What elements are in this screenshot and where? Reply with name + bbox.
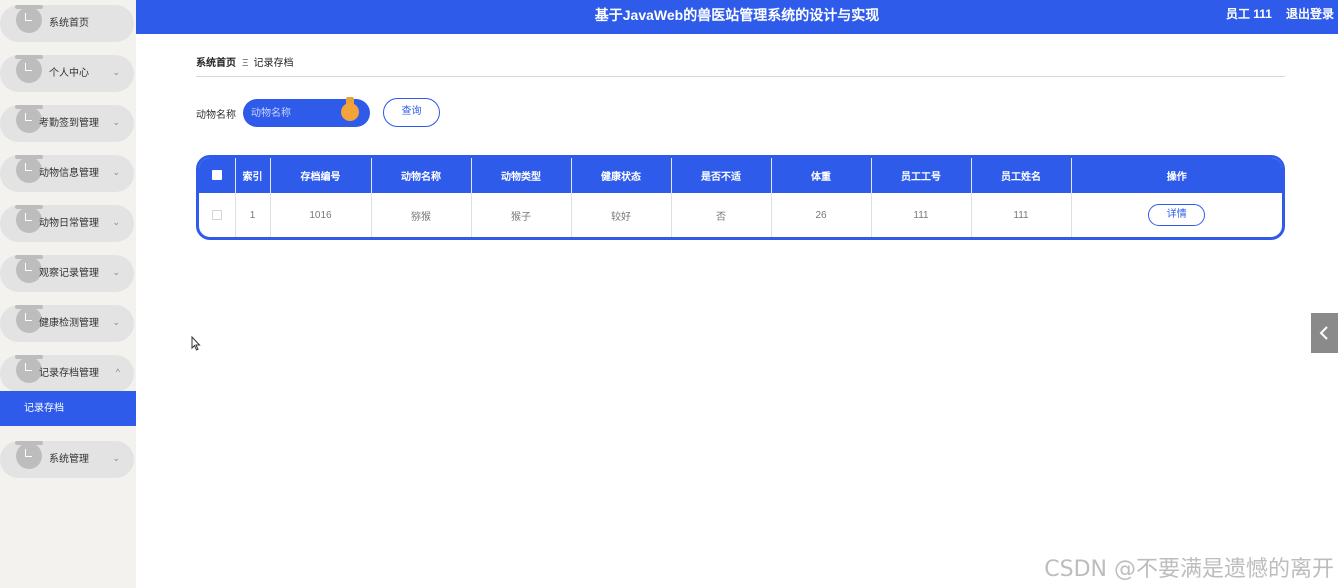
sidebar-item-label: 系统管理 bbox=[49, 454, 89, 465]
chevron-down-icon: ⌄ bbox=[112, 317, 120, 327]
cell-animal-type: 猴子 bbox=[471, 193, 572, 237]
sidebar-item-system[interactable]: 系统管理 ⌄ bbox=[0, 441, 134, 478]
row-checkbox[interactable] bbox=[211, 209, 222, 220]
pin-icon bbox=[341, 97, 359, 123]
menu-icon bbox=[15, 5, 43, 33]
query-button[interactable]: 查询 bbox=[383, 98, 440, 127]
sidebar-item-label: 动物信息管理 bbox=[39, 168, 99, 179]
sidebar-item-personal-center[interactable]: 个人中心 ⌄ bbox=[0, 55, 134, 92]
cell-archive-no: 1016 bbox=[270, 193, 372, 237]
sidebar: 系统首页 个人中心 ⌄ 考勤签到管理 ⌄ 动物信息管理 ⌄ 动物日常管理 ⌄ 观… bbox=[0, 0, 136, 588]
column-header: 健康状态 bbox=[571, 158, 672, 193]
chevron-down-icon: ⌄ bbox=[112, 217, 120, 227]
archive-table: 索引 存档编号 动物名称 动物类型 健康状态 是否不适 体重 员工工号 员工姓名… bbox=[196, 155, 1285, 240]
side-panel-toggle[interactable] bbox=[1311, 313, 1338, 353]
chevron-down-icon: ⌄ bbox=[112, 117, 120, 127]
column-header: 体重 bbox=[771, 158, 872, 193]
mouse-cursor-icon bbox=[191, 335, 201, 356]
sidebar-item-home[interactable]: 系统首页 bbox=[0, 5, 134, 42]
detail-button[interactable]: 详情 bbox=[1148, 204, 1206, 226]
column-header: 动物名称 bbox=[371, 158, 472, 193]
cell-action: 详情 bbox=[1071, 193, 1282, 237]
app-title: 基于JavaWeb的兽医站管理系统的设计与实现 bbox=[594, 7, 880, 23]
sidebar-item-label: 系统首页 bbox=[49, 18, 89, 29]
sidebar-item-animal-daily[interactable]: 动物日常管理 ⌄ bbox=[0, 205, 134, 242]
sidebar-item-label: 观察记录管理 bbox=[39, 268, 99, 279]
cell-health: 较好 bbox=[571, 193, 672, 237]
chevron-left-icon bbox=[1319, 326, 1328, 340]
column-header: 存档编号 bbox=[270, 158, 372, 193]
column-header: 员工姓名 bbox=[971, 158, 1072, 193]
column-header: 动物类型 bbox=[471, 158, 572, 193]
sidebar-item-animal-info[interactable]: 动物信息管理 ⌄ bbox=[0, 155, 134, 192]
chevron-up-icon: ^ bbox=[115, 367, 120, 377]
sidebar-item-record-archive[interactable]: 记录存档管理 ^ bbox=[0, 355, 134, 392]
cell-unwell: 否 bbox=[671, 193, 772, 237]
chevron-down-icon: ⌄ bbox=[112, 267, 120, 277]
menu-icon bbox=[15, 55, 43, 83]
logout-link[interactable]: 退出登录 bbox=[1286, 0, 1334, 28]
watermark: CSDN @不要满是遗憾的离开 bbox=[1044, 557, 1334, 582]
sidebar-subitem-record-archive[interactable]: 记录存档 bbox=[0, 391, 136, 426]
select-all-checkbox[interactable] bbox=[211, 170, 222, 181]
breadcrumb-separator-icon: Ξ bbox=[242, 58, 249, 69]
sidebar-item-label: 健康检测管理 bbox=[39, 318, 99, 329]
table-row: 1 1016 猕猴 猴子 较好 否 26 111 111 详情 bbox=[199, 193, 1282, 237]
row-select-cell bbox=[199, 193, 236, 237]
cell-index: 1 bbox=[235, 193, 271, 237]
sidebar-subitem-label: 记录存档 bbox=[24, 403, 64, 414]
sidebar-item-label: 动物日常管理 bbox=[39, 218, 99, 229]
menu-icon bbox=[15, 441, 43, 469]
column-header: 操作 bbox=[1071, 158, 1282, 193]
top-header: 基于JavaWeb的兽医站管理系统的设计与实现 员工 111 退出登录 bbox=[136, 0, 1338, 34]
column-header: 索引 bbox=[235, 158, 271, 193]
cell-weight: 26 bbox=[771, 193, 872, 237]
search-label: 动物名称 bbox=[196, 110, 236, 121]
breadcrumb-current: 记录存档 bbox=[253, 58, 294, 69]
chevron-down-icon: ⌄ bbox=[112, 67, 120, 77]
column-header: 是否不适 bbox=[671, 158, 772, 193]
sidebar-item-attendance[interactable]: 考勤签到管理 ⌄ bbox=[0, 105, 134, 142]
chevron-down-icon: ⌄ bbox=[112, 167, 120, 177]
breadcrumb: 系统首页 Ξ 记录存档 bbox=[196, 54, 294, 69]
cell-emp-name: 111 bbox=[971, 193, 1072, 237]
sidebar-item-observation[interactable]: 观察记录管理 ⌄ bbox=[0, 255, 134, 292]
column-header: 员工工号 bbox=[871, 158, 972, 193]
breadcrumb-home[interactable]: 系统首页 bbox=[196, 58, 236, 69]
sidebar-item-label: 个人中心 bbox=[49, 68, 89, 79]
chevron-down-icon: ⌄ bbox=[112, 453, 120, 463]
select-all-cell bbox=[199, 158, 236, 193]
sidebar-item-label: 记录存档管理 bbox=[39, 368, 99, 379]
cell-emp-no: 111 bbox=[871, 193, 972, 237]
sidebar-item-label: 考勤签到管理 bbox=[39, 118, 99, 129]
cell-animal-name: 猕猴 bbox=[371, 193, 472, 237]
sidebar-item-health-check[interactable]: 健康检测管理 ⌄ bbox=[0, 305, 134, 342]
divider bbox=[196, 76, 1285, 77]
table-header-row: 索引 存档编号 动物名称 动物类型 健康状态 是否不适 体重 员工工号 员工姓名… bbox=[199, 158, 1282, 193]
current-user: 员工 111 bbox=[1225, 7, 1272, 21]
